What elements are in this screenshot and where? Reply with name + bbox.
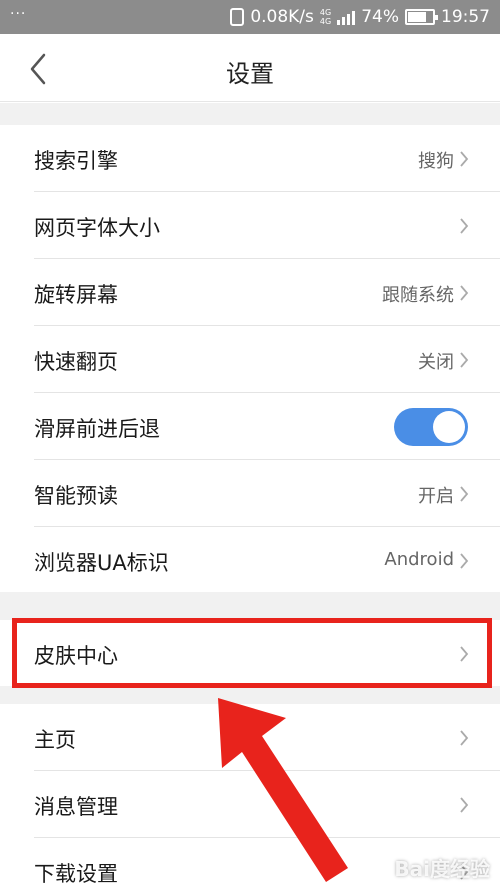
header: 设置	[0, 34, 500, 102]
chevron-right-icon	[458, 551, 470, 571]
chevron-right-icon	[458, 350, 470, 370]
settings-item-label: 网页字体大小	[34, 216, 160, 240]
settings-item-label: 浏览器UA标识	[34, 551, 169, 575]
section-gap	[0, 686, 500, 704]
network-type-label: 4G	[319, 17, 332, 26]
chevron-right-icon	[458, 728, 470, 748]
settings-item-quick-page-turn[interactable]: 快速翻页 关闭	[0, 326, 500, 393]
settings-item-smart-preload[interactable]: 智能预读 开启	[0, 460, 500, 527]
status-notification-dots: ···	[10, 6, 27, 22]
status-bar-right: 0.08K/s 4G 4G 74% 19:57	[230, 6, 490, 28]
section-gap	[0, 103, 500, 125]
network-speed: 0.08K/s	[250, 7, 314, 27]
chevron-right-icon	[458, 283, 470, 303]
network-type-label: 4G	[319, 8, 332, 17]
battery-icon	[405, 9, 438, 25]
settings-item-ua[interactable]: 浏览器UA标识 Android	[0, 527, 500, 592]
page-title: 设置	[226, 60, 274, 88]
settings-item-search-engine[interactable]: 搜索引擎 搜狗	[0, 125, 500, 192]
clock: 19:57	[441, 7, 490, 27]
settings-item-skin-center[interactable]: 皮肤中心	[0, 620, 500, 686]
swipe-navigation-toggle[interactable]	[394, 408, 468, 446]
settings-item-label: 皮肤中心	[34, 644, 118, 668]
chevron-right-icon	[458, 795, 470, 815]
settings-item-homepage[interactable]: 主页	[0, 704, 500, 771]
settings-item-value: 开启	[418, 486, 454, 507]
network-type-icon: 4G 4G	[320, 8, 331, 26]
settings-item-value: 搜狗	[418, 151, 454, 172]
settings-item-value: 关闭	[418, 352, 454, 373]
settings-item-rotate-screen[interactable]: 旋转屏幕 跟随系统	[0, 259, 500, 326]
signal-icon	[337, 9, 356, 25]
settings-item-label: 快速翻页	[34, 350, 118, 374]
chevron-right-icon	[458, 149, 470, 169]
settings-item-label: 消息管理	[34, 795, 118, 819]
settings-item-label: 搜索引擎	[34, 149, 118, 173]
status-bar: ··· 0.08K/s 4G 4G 74% 19:57	[0, 0, 500, 34]
chevron-right-icon	[458, 216, 470, 236]
settings-item-label: 主页	[34, 728, 76, 752]
settings-item-label: 旋转屏幕	[34, 283, 118, 307]
settings-item-value: Android	[384, 549, 454, 570]
settings-item-message-management[interactable]: 消息管理	[0, 771, 500, 838]
settings-item-label: 智能预读	[34, 484, 118, 508]
battery-level	[408, 12, 426, 22]
settings-item-font-size[interactable]: 网页字体大小	[0, 192, 500, 259]
settings-item-value: 跟随系统	[382, 285, 454, 306]
chevron-right-icon	[458, 484, 470, 504]
settings-item-label: 下载设置	[34, 862, 118, 886]
settings-item-label: 滑屏前进后退	[34, 417, 160, 441]
settings-item-swipe-navigation: 滑屏前进后退	[0, 393, 500, 460]
watermark: Bai度经验	[394, 857, 490, 881]
chevron-right-icon	[458, 644, 470, 664]
vibrate-icon	[230, 8, 245, 26]
section-gap	[0, 592, 500, 620]
toggle-knob	[433, 411, 465, 443]
battery-percent: 74%	[361, 7, 399, 27]
